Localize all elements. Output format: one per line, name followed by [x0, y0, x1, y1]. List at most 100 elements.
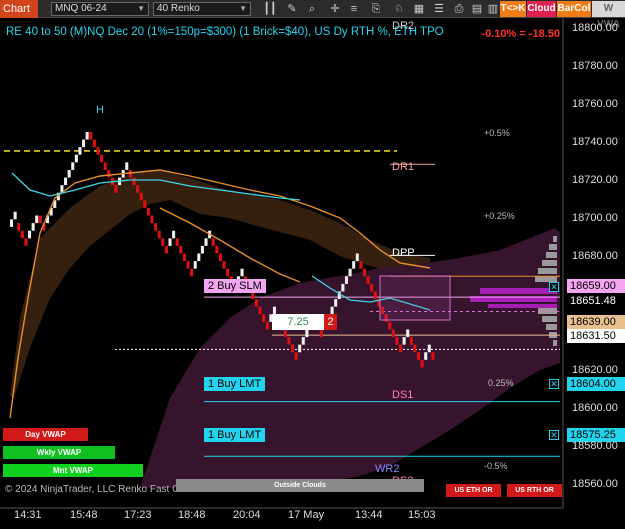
outside-clouds-button[interactable]: Outside Clouds	[176, 479, 424, 492]
renko-brick	[28, 230, 32, 239]
renko-brick	[132, 177, 136, 186]
renko-brick	[359, 261, 363, 269]
bar-style-icon[interactable]: ┃┃	[262, 1, 278, 17]
renko-brick	[136, 185, 140, 193]
cloud-button[interactable]: Cloud	[527, 1, 556, 17]
renko-brick	[294, 352, 298, 360]
instrument-selector[interactable]: MNQ 06-24 ▼	[51, 2, 149, 16]
pct-minus-025: 0.25%	[488, 378, 514, 388]
renko-brick	[193, 261, 197, 269]
position-quantity[interactable]: 2	[324, 314, 337, 330]
data-box-icon[interactable]: ▦	[411, 1, 427, 17]
panel-icon[interactable]: ▤	[469, 1, 485, 17]
badge-18631: 18631.50	[567, 329, 625, 343]
renko-brick	[366, 276, 370, 284]
high-marker: H	[96, 104, 104, 116]
bar-type-selector[interactable]: 40 Renko ▼	[153, 2, 251, 16]
badge-18639: 18639.00	[567, 315, 625, 329]
pnl-display: -0.10% = -18.50	[481, 28, 560, 40]
renko-brick	[348, 268, 352, 277]
chart-info: RE 40 to 50 (M)NQ Dec 20 (1%=150p=$300) …	[6, 26, 444, 38]
dpp-label: DPP	[392, 247, 415, 259]
strategy-icon[interactable]: ♘	[391, 1, 407, 17]
renko-brick	[164, 245, 168, 254]
renko-brick	[395, 337, 399, 345]
cancel-lmt2-icon[interactable]: ✕	[549, 430, 559, 440]
renko-brick	[114, 185, 118, 193]
more-icon[interactable]: ☰	[431, 1, 447, 17]
properties-icon[interactable]: ≡	[346, 1, 362, 17]
day-vwap-button[interactable]: Day VWAP	[3, 428, 88, 441]
cancel-slm-icon[interactable]: ✕	[549, 282, 559, 292]
renko-brick	[402, 337, 406, 345]
renko-brick	[226, 268, 230, 277]
draw-tools-icon[interactable]: ✎	[284, 1, 300, 17]
buy-lmt-order-2[interactable]: 1 Buy LMT	[204, 428, 266, 442]
y-tick-label: 18780.00	[572, 60, 618, 73]
grid-icon[interactable]: ▥	[485, 1, 501, 17]
templates-icon[interactable]: ⎘	[368, 1, 384, 17]
buy-lmt-order-1[interactable]: 1 Buy LMT	[204, 377, 266, 391]
us-eth-or-button[interactable]: US ETH OR	[446, 484, 501, 497]
barcol-button[interactable]: BarCol	[557, 1, 591, 17]
position-price[interactable]: 7.25	[272, 314, 324, 330]
wvwap-button[interactable]: W VWA	[592, 1, 625, 30]
renko-brick	[20, 230, 24, 239]
renko-brick	[71, 162, 75, 170]
renko-brick	[391, 329, 395, 338]
renko-brick	[344, 276, 349, 284]
pct-plus-025: +0.25%	[484, 211, 515, 221]
wkly-vwap-button[interactable]: Wkly VWAP	[3, 446, 115, 459]
renko-brick	[388, 321, 392, 330]
renko-brick	[143, 200, 147, 208]
renko-brick	[420, 359, 424, 368]
bar-type-value: 40 Renko	[157, 3, 200, 14]
renko-brick	[100, 154, 104, 163]
renko-brick	[258, 306, 262, 315]
zoom-icon[interactable]: ⌕	[304, 1, 320, 17]
renko-brick	[362, 268, 367, 277]
renko-brick	[409, 337, 413, 345]
renko-brick	[172, 230, 176, 239]
instrument-value: MNQ 06-24	[55, 3, 107, 14]
x-tick-label: 20:04	[233, 509, 261, 521]
dr1-label: DR1	[392, 161, 415, 173]
renko-brick	[89, 131, 93, 140]
renko-brick	[13, 211, 17, 220]
chart-area[interactable]: RE 40 to 50 (M)NQ Dec 20 (1%=150p=$300) …	[0, 18, 625, 529]
renko-brick	[190, 268, 194, 277]
buy-slm-order[interactable]: 2 Buy SLM	[204, 279, 266, 293]
renko-brick	[287, 337, 291, 345]
tk-button[interactable]: T<>K	[500, 1, 526, 17]
y-tick-label: 18600.00	[572, 402, 618, 415]
renko-brick	[154, 223, 158, 231]
renko-brick	[103, 162, 107, 170]
renko-brick	[24, 238, 28, 246]
crosshair-icon[interactable]: ✛	[327, 1, 343, 17]
attach-icon[interactable]: ⎙	[451, 1, 467, 17]
renko-brick	[413, 344, 417, 353]
renko-brick	[222, 261, 226, 269]
renko-brick	[197, 253, 201, 262]
renko-brick	[341, 283, 345, 292]
x-tick-label: 14:31	[14, 509, 42, 521]
y-tick-label: 18620.00	[572, 364, 618, 377]
chart-toolbar: Chart MNQ 06-24 ▼ 40 Renko ▼ ┃┃ ✎ ⌕ ✛ ≡ …	[0, 0, 625, 30]
renko-brick	[179, 245, 183, 254]
renko-brick	[157, 230, 161, 239]
chevron-down-icon: ▼	[239, 4, 247, 13]
renko-brick	[139, 192, 143, 201]
renko-brick	[150, 215, 154, 224]
x-tick-label: 15:48	[70, 509, 98, 521]
us-rth-or-button[interactable]: US RTH OR	[507, 484, 562, 497]
badge-18651: 18651.48	[567, 294, 625, 308]
badge-18604: 18604.00	[567, 377, 625, 391]
y-tick-label: 18740.00	[572, 136, 618, 149]
pct-minus-05: -0.5%	[484, 461, 508, 471]
x-tick-label: 15:03	[408, 509, 436, 521]
chart-tab[interactable]: Chart	[0, 0, 38, 18]
cancel-lmt1-icon[interactable]: ✕	[549, 379, 559, 389]
y-tick-label: 18560.00	[572, 478, 618, 491]
renko-brick	[182, 253, 186, 262]
mnt-vwap-button[interactable]: Mnt VWAP	[3, 464, 143, 477]
